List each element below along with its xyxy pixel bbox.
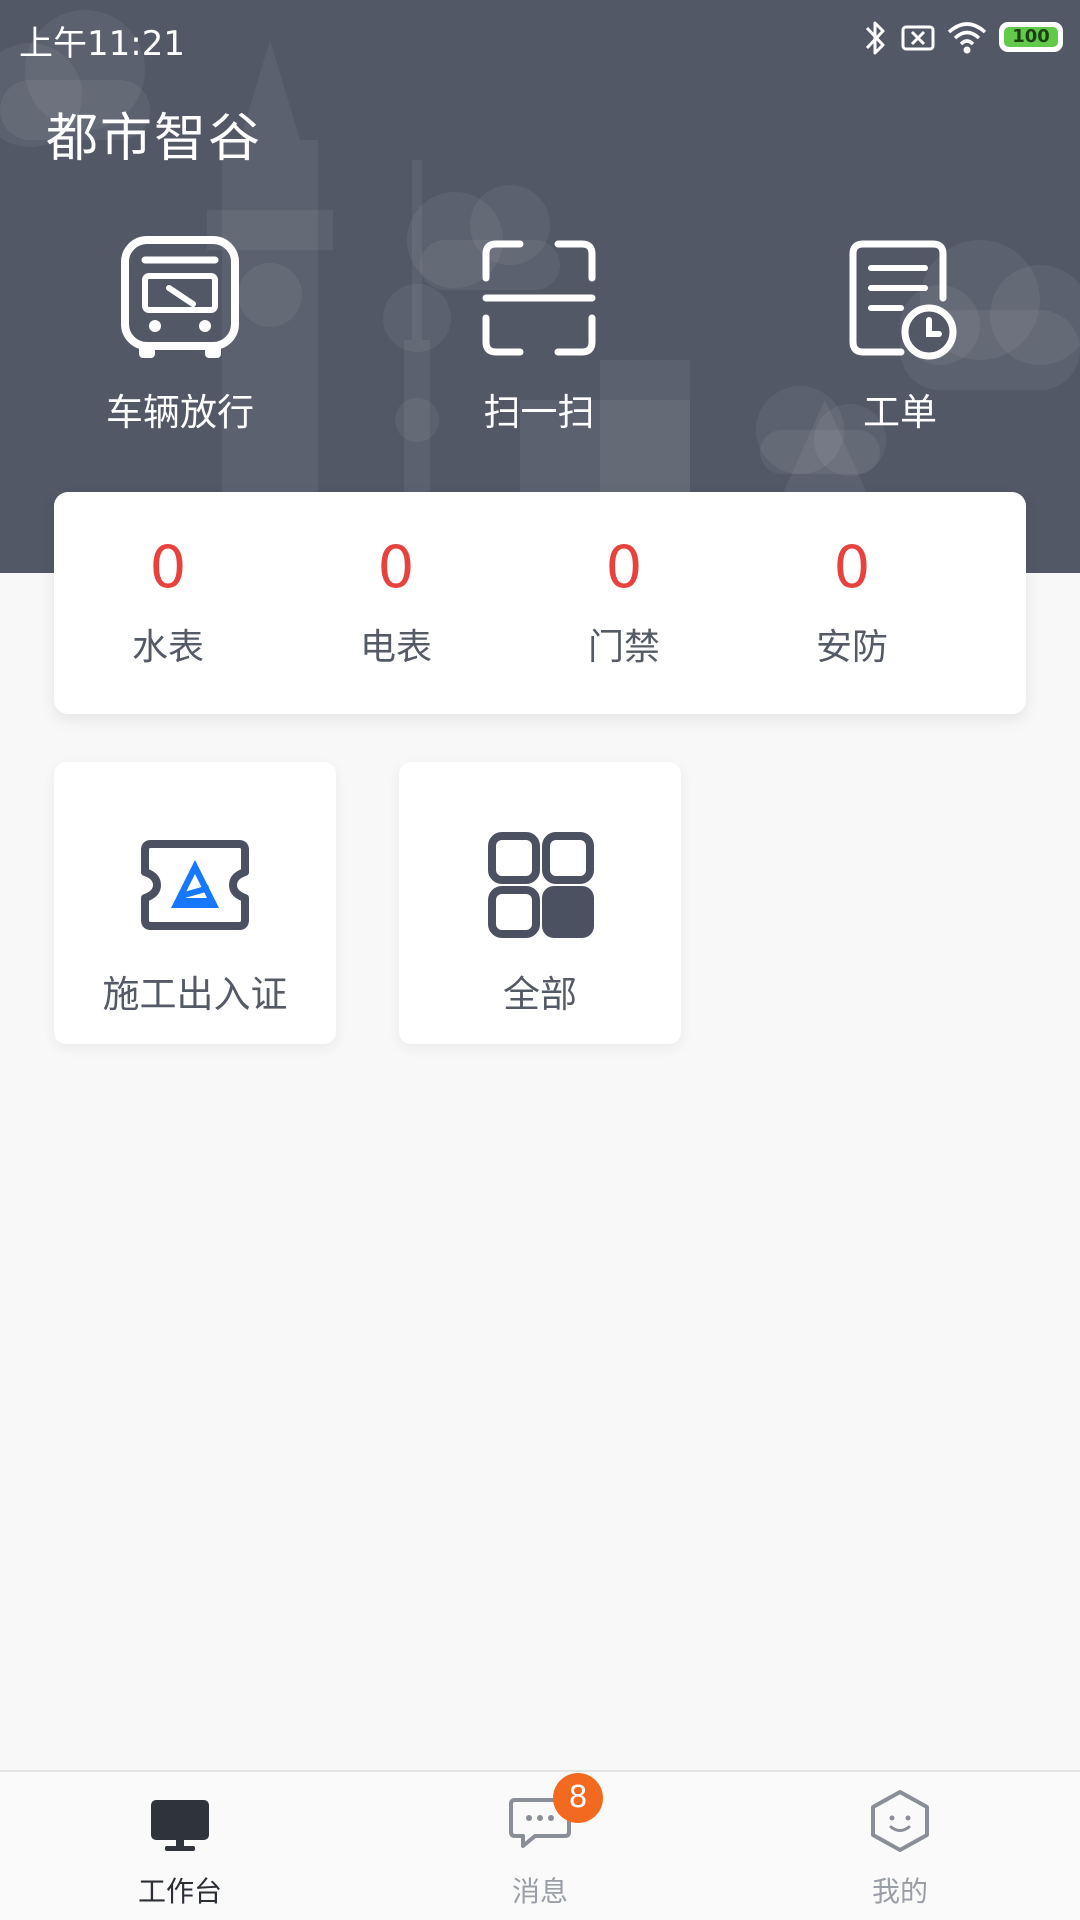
app-tile-label: 施工出入证 bbox=[102, 973, 288, 1016]
quick-action-label: 工单 bbox=[863, 391, 937, 434]
tab-label: 我的 bbox=[871, 1875, 928, 1908]
page-title: 都市智谷 bbox=[46, 109, 263, 169]
scan-icon bbox=[482, 240, 596, 356]
stat-value: 0 bbox=[149, 533, 187, 601]
no-sim-icon bbox=[901, 25, 935, 51]
stats-card: 0 水表 0 电表 0 门禁 0 安防 bbox=[54, 492, 1026, 714]
stat-electric-meter[interactable]: 0 电表 bbox=[282, 492, 510, 714]
unread-badge: 8 bbox=[553, 1773, 603, 1823]
stat-label: 安防 bbox=[815, 627, 888, 668]
tab-mine[interactable]: 我的 bbox=[720, 1772, 1080, 1920]
quick-action-work-order[interactable]: 工单 bbox=[780, 236, 1020, 436]
quick-action-scan[interactable]: 扫一扫 bbox=[419, 236, 659, 436]
tab-label: 消息 bbox=[511, 1875, 568, 1908]
quick-action-vehicle-release[interactable]: 车辆放行 bbox=[60, 236, 300, 436]
app-tile-all[interactable]: 全部 bbox=[399, 762, 681, 1044]
tab-label: 工作台 bbox=[137, 1875, 222, 1908]
bus-icon bbox=[121, 236, 239, 358]
stat-label: 门禁 bbox=[587, 627, 660, 668]
profile-hexagon-icon bbox=[871, 1790, 929, 1852]
quick-action-label: 车辆放行 bbox=[106, 391, 254, 434]
stat-label: 水表 bbox=[131, 627, 204, 668]
status-bar: 上午11:21 100 bbox=[0, 0, 1080, 76]
all-apps-icon bbox=[488, 832, 594, 938]
quick-action-label: 扫一扫 bbox=[483, 391, 595, 434]
status-icons: 100 bbox=[863, 18, 1063, 58]
stat-access-control[interactable]: 0 门禁 bbox=[510, 492, 738, 714]
battery-icon: 100 bbox=[999, 22, 1063, 52]
stat-value: 0 bbox=[377, 533, 415, 601]
stat-value: 0 bbox=[833, 533, 871, 601]
desktop-monitor-icon bbox=[151, 1800, 209, 1851]
construction-pass-icon bbox=[141, 840, 249, 930]
wifi-icon bbox=[947, 22, 987, 54]
tab-messages[interactable]: 消息 bbox=[360, 1772, 720, 1920]
stat-value: 0 bbox=[605, 533, 643, 601]
tab-workbench[interactable]: 工作台 bbox=[0, 1772, 360, 1920]
work-order-icon bbox=[849, 240, 957, 360]
app-tile-label: 全部 bbox=[503, 973, 577, 1016]
battery-level: 100 bbox=[1004, 27, 1058, 47]
stat-security[interactable]: 0 安防 bbox=[738, 492, 966, 714]
bluetooth-icon bbox=[865, 21, 885, 55]
header: 上午11:21 100 都市智谷 车辆放行 扫一扫 工单 bbox=[0, 0, 1080, 573]
app-tile-construction-pass[interactable]: 施工出入证 bbox=[54, 762, 336, 1044]
stat-label: 电表 bbox=[359, 627, 432, 668]
bottom-tab-bar: 工作台 消息 我的 bbox=[0, 1770, 1080, 1920]
status-time: 上午11:21 bbox=[19, 24, 185, 64]
stat-water-meter[interactable]: 0 水表 bbox=[54, 492, 282, 714]
